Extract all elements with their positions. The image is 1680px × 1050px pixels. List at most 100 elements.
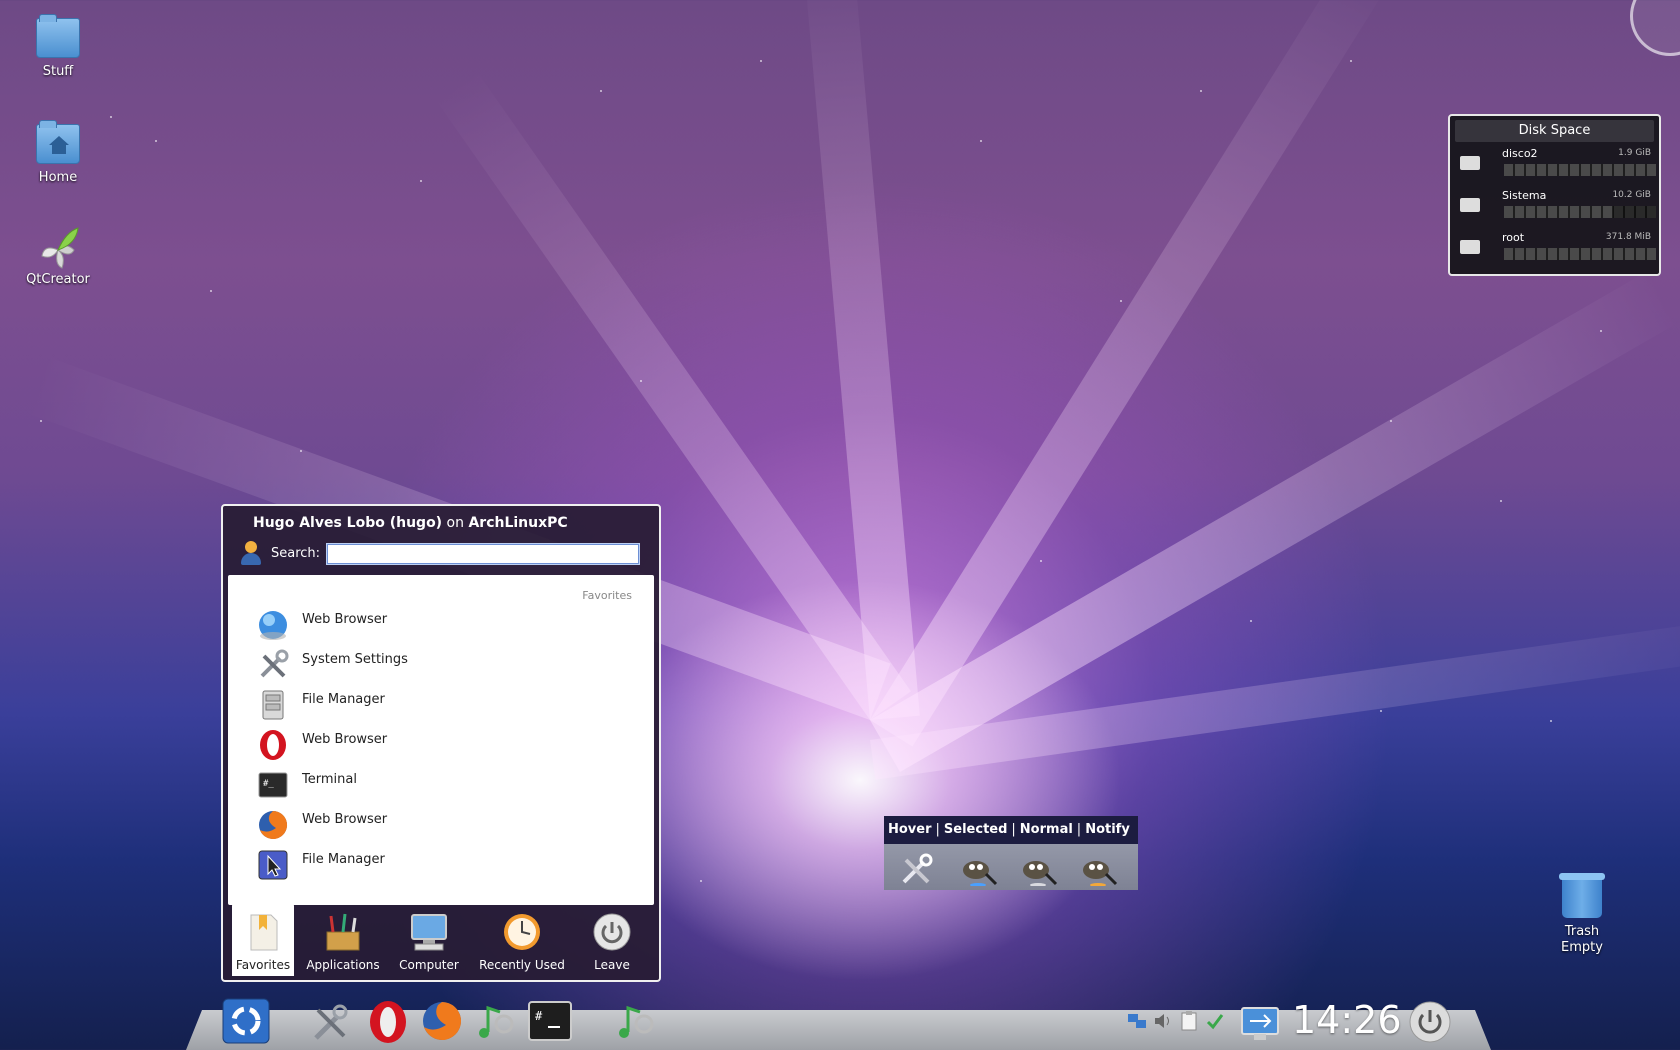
launcher-opera[interactable] xyxy=(366,1000,410,1048)
tray-volume[interactable] xyxy=(1152,1010,1174,1036)
favorites-list: Favorites Web Browser System Settings Fi… xyxy=(228,575,654,905)
tab-leave[interactable]: Leave xyxy=(580,904,644,976)
svg-text:#: # xyxy=(535,1009,543,1023)
task-music-player[interactable] xyxy=(614,1002,656,1046)
kickoff-tab-bar: Favorites Applications Computer Recently… xyxy=(228,904,654,976)
moon-decoration xyxy=(1630,0,1680,56)
trash-label: Trash xyxy=(1564,924,1600,939)
panel-leave-button[interactable] xyxy=(1408,1000,1452,1048)
separator: | xyxy=(1076,822,1082,837)
desktop-icon-label: Home xyxy=(38,170,78,185)
desktop-icon-label: Stuff xyxy=(42,64,74,79)
opera-icon xyxy=(370,1001,406,1043)
list-item[interactable]: Web Browser xyxy=(256,806,636,846)
desktop-icon-qtcreator[interactable]: QtCreator xyxy=(8,226,108,287)
launcher-firefox[interactable] xyxy=(420,999,464,1047)
disk-usage-bar xyxy=(1504,164,1656,176)
folder-icon xyxy=(36,14,80,58)
list-item[interactable]: Web Browser xyxy=(256,606,636,646)
tab-label: Computer xyxy=(399,958,459,972)
trash-icon xyxy=(1559,873,1605,918)
host-name: ArchLinuxPC xyxy=(468,515,568,531)
tab-computer[interactable]: Computer xyxy=(394,904,464,976)
tray-updates[interactable] xyxy=(1204,1010,1226,1036)
launcher-music[interactable] xyxy=(474,1002,516,1046)
launcher-system-settings[interactable] xyxy=(310,1002,350,1046)
terminal-icon: #_ xyxy=(258,772,288,798)
applications-icon xyxy=(323,912,363,952)
desktop-icon-stuff[interactable]: Stuff xyxy=(8,14,108,79)
tray-clipboard[interactable] xyxy=(1178,1010,1200,1036)
user-full-name: Hugo Alves Lobo (hugo) xyxy=(253,515,443,531)
tab-label: Applications xyxy=(306,958,380,972)
notify-label: Notify xyxy=(1085,822,1130,837)
list-item-label: File Manager xyxy=(302,852,385,867)
digital-clock[interactable]: 14:26 xyxy=(1292,998,1402,1042)
disk-space-widget[interactable]: Disk Space disco2 1.9 GiB Sistema 10.2 G… xyxy=(1448,114,1661,276)
file-cabinet-icon xyxy=(262,690,284,720)
list-item[interactable]: File Manager xyxy=(256,686,636,726)
tab-label: Recently Used xyxy=(479,958,565,972)
disk-row-root[interactable]: root 371.8 MiB xyxy=(1456,228,1659,270)
disk-row-disco2[interactable]: disco2 1.9 GiB xyxy=(1456,144,1659,186)
tab-recently-used[interactable]: Recently Used xyxy=(474,904,570,976)
task-state-labels: Hover | Selected | Normal | Notify xyxy=(888,822,1130,837)
separator: | xyxy=(935,822,940,837)
drive-icon xyxy=(1460,198,1480,212)
list-item[interactable]: #_ Terminal xyxy=(256,766,636,806)
task-state-preview: Hover | Selected | Normal | Notify xyxy=(884,816,1138,890)
desktop-icon-trash[interactable]: Trash Empty xyxy=(1546,873,1618,956)
disk-usage-bar xyxy=(1504,206,1656,218)
normal-label: Normal xyxy=(1019,822,1073,837)
disk-usage-bar xyxy=(1504,248,1656,260)
list-item-label: Web Browser xyxy=(302,612,388,627)
opera-icon xyxy=(260,730,286,760)
selected-label: Selected xyxy=(943,822,1008,837)
disk-space-title: Disk Space xyxy=(1455,120,1654,142)
gimp-icon xyxy=(963,861,998,886)
tray-network[interactable] xyxy=(1126,1010,1148,1036)
tab-favorites[interactable]: Favorites xyxy=(232,904,294,976)
network-icon xyxy=(1128,1014,1146,1028)
launcher-terminal[interactable]: # xyxy=(528,1000,572,1046)
tools-icon xyxy=(260,649,289,678)
tab-label: Favorites xyxy=(235,958,291,972)
kickoff-menu[interactable]: Hugo Alves Lobo (hugo) on ArchLinuxPC Se… xyxy=(221,504,661,982)
tray-device-notifier[interactable] xyxy=(1240,1000,1280,1048)
kickoff-user-header: Hugo Alves Lobo (hugo) on ArchLinuxPC xyxy=(253,515,568,531)
gimp-icon xyxy=(1083,861,1118,886)
list-item-label: Web Browser xyxy=(302,812,388,827)
svg-text:#_: #_ xyxy=(263,779,274,789)
firefox-icon xyxy=(259,810,288,839)
list-item[interactable]: Web Browser xyxy=(256,726,636,766)
tab-applications[interactable]: Applications xyxy=(302,904,384,976)
list-item-label: Terminal xyxy=(302,772,357,787)
tab-label: Leave xyxy=(594,958,630,972)
desktop-icon-home[interactable]: Home xyxy=(8,120,108,185)
list-item-label: System Settings xyxy=(302,652,408,667)
gimp-icon xyxy=(1023,861,1058,886)
kickoff-launcher-button[interactable] xyxy=(222,998,270,1048)
disk-size: 371.8 MiB xyxy=(1605,232,1651,242)
volume-icon xyxy=(1155,1014,1169,1028)
trash-status: Empty xyxy=(1561,940,1603,955)
list-item[interactable]: File Manager xyxy=(256,846,636,886)
search-label: Search: xyxy=(271,546,321,561)
list-item[interactable]: System Settings xyxy=(256,646,636,686)
updates-icon xyxy=(1206,1014,1224,1030)
user-on: on xyxy=(446,515,464,531)
list-item-label: Web Browser xyxy=(302,732,388,747)
disk-row-sistema[interactable]: Sistema 10.2 GiB xyxy=(1456,186,1659,228)
music-icon xyxy=(619,1005,654,1038)
power-icon xyxy=(1409,1001,1451,1043)
hover-label: Hover xyxy=(888,822,932,837)
tools-icon xyxy=(902,853,933,884)
tools-icon xyxy=(314,1004,348,1040)
clock-icon xyxy=(502,912,542,952)
home-folder-icon xyxy=(36,120,80,164)
drive-icon xyxy=(1460,240,1480,254)
separator: | xyxy=(1011,822,1016,837)
search-input[interactable] xyxy=(327,544,639,564)
list-item-label: File Manager xyxy=(302,692,385,707)
bookmark-icon xyxy=(243,912,283,952)
